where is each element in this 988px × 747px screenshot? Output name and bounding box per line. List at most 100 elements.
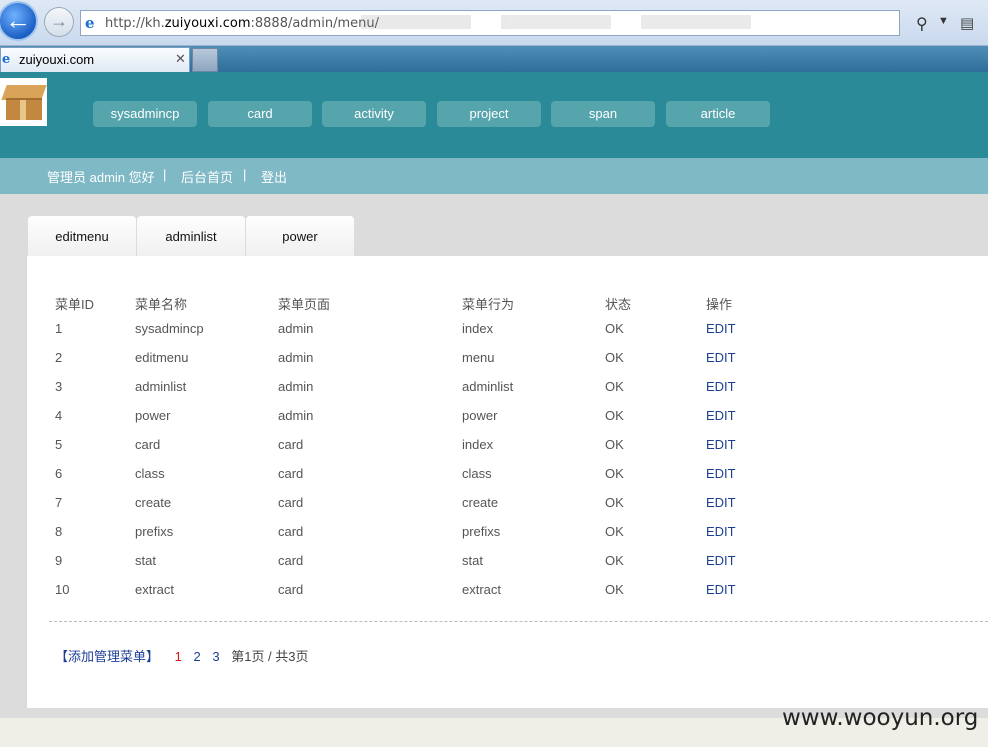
cell-page: card [278,524,304,539]
divider [49,621,988,622]
edit-link[interactable]: EDIT [698,546,758,575]
ie-icon: e [2,52,11,67]
edit-link[interactable]: EDIT [698,575,758,604]
table-row: 2 editmenu admin menu OK EDIT [47,343,758,372]
compatibility-icon[interactable]: ▤ [960,14,974,32]
cell-page: card [278,437,304,452]
cell-action: stat [462,553,483,568]
table-row: 6 class card class OK EDIT [47,459,758,488]
back-button[interactable]: ← [0,1,38,41]
menu-activity[interactable]: activity [322,101,426,127]
cell-name: extract [135,582,175,597]
pager: 【添加管理菜单】 1 2 3 第1页 / 共3页 [55,646,317,665]
search-icon[interactable]: ⚲ [916,14,928,34]
edit-link[interactable]: EDIT [698,372,758,401]
edit-link[interactable]: EDIT [698,343,758,372]
menu-project[interactable]: project [437,101,541,127]
col-page: 菜单页面 [278,296,331,312]
cell-name: class [135,466,165,481]
page-link-1[interactable]: 1 [175,649,182,664]
cell-page: admin [278,321,314,336]
menu-card[interactable]: card [208,101,312,127]
browser-tabstrip: e zuiyouxi.com ✕ [0,46,988,72]
cell-name: adminlist [135,379,187,394]
cell-page: card [278,553,304,568]
cell-name: stat [135,553,156,568]
cell-name: prefixs [135,524,174,539]
site-header: sysadmincp card activity project span ar… [0,72,988,158]
cell-name: editmenu [135,350,189,365]
cell-page: card [278,495,304,510]
tab-editmenu[interactable]: editmenu [28,216,136,256]
add-menu-link[interactable]: 【添加管理菜单】 [55,649,159,664]
cell-id: 10 [55,582,70,597]
table-header-row: 菜单ID 菜单名称 菜单页面 菜单行为 状态 操作 [47,292,758,314]
cell-page: admin [278,350,314,365]
cell-status: OK [605,437,624,452]
cell-name: create [135,495,172,510]
page-info: 第1页 / 共3页 [231,649,309,664]
table-row: 9 stat card stat OK EDIT [47,546,758,575]
table-row: 4 power admin power OK EDIT [47,401,758,430]
cell-action: create [462,495,499,510]
table-row: 7 create card create OK EDIT [47,488,758,517]
home-link[interactable]: 后台首页 [181,167,233,186]
cell-action: menu [462,350,495,365]
edit-link[interactable]: EDIT [698,517,758,546]
tab-adminlist[interactable]: adminlist [137,216,245,256]
cell-name: power [135,408,171,423]
edit-link[interactable]: EDIT [698,314,758,343]
cell-page: admin [278,379,314,394]
cell-page: card [278,582,304,597]
page-link-2[interactable]: 2 [194,649,201,664]
tab-title: zuiyouxi.com [19,52,95,67]
edit-link[interactable]: EDIT [698,430,758,459]
cell-status: OK [605,582,624,597]
menu-span[interactable]: span [551,101,655,127]
ghost-favorites [361,15,891,33]
close-icon[interactable]: ✕ [175,51,186,67]
cell-page: admin [278,408,314,423]
col-name: 菜单名称 [135,296,188,312]
logout-link[interactable]: 登出 [261,167,287,186]
cell-id: 9 [55,553,63,568]
cell-status: OK [605,379,624,394]
tab-power[interactable]: power [246,216,354,256]
col-action: 菜单行为 [462,296,515,312]
cell-id: 3 [55,379,63,394]
table-row: 1 sysadmincp admin index OK EDIT [47,314,758,343]
forward-button[interactable]: → [44,7,74,37]
chevron-down-icon[interactable]: ▼ [938,15,949,27]
user-bar: 管理员 admin 您好 | 后台首页 | 登出 [0,158,988,194]
cell-status: OK [605,350,624,365]
table-row: 8 prefixs card prefixs OK EDIT [47,517,758,546]
table-row: 5 card card index OK EDIT [47,430,758,459]
edit-link[interactable]: EDIT [698,488,758,517]
cell-status: OK [605,553,624,568]
box-logo [0,78,47,126]
cell-status: OK [605,466,624,481]
browser-address-bar: ← → e http://kh.zuiyouxi.com:8888/admin/… [0,0,988,46]
col-status: 状态 [605,296,632,312]
cell-action: class [462,466,492,481]
browser-tab[interactable]: e zuiyouxi.com ✕ [0,47,190,72]
cell-action: index [462,321,494,336]
edit-link[interactable]: EDIT [698,459,758,488]
new-tab-button[interactable] [192,48,218,72]
cell-action: power [462,408,498,423]
cell-id: 1 [55,321,63,336]
page-link-3[interactable]: 3 [212,649,219,664]
url-input[interactable]: e http://kh.zuiyouxi.com:8888/admin/menu… [80,10,900,36]
watermark: www.wooyun.org [782,705,979,731]
cell-action: extract [462,582,502,597]
separator: | [163,167,167,182]
greeting: 管理员 admin 您好 [47,170,155,185]
edit-link[interactable]: EDIT [698,401,758,430]
col-id: 菜单ID [55,296,95,312]
cell-id: 2 [55,350,63,365]
table-row: 3 adminlist admin adminlist OK EDIT [47,372,758,401]
cell-action: adminlist [462,379,514,394]
menu-sysadmincp[interactable]: sysadmincp [93,101,197,127]
menu-article[interactable]: article [666,101,770,127]
cell-id: 4 [55,408,63,423]
